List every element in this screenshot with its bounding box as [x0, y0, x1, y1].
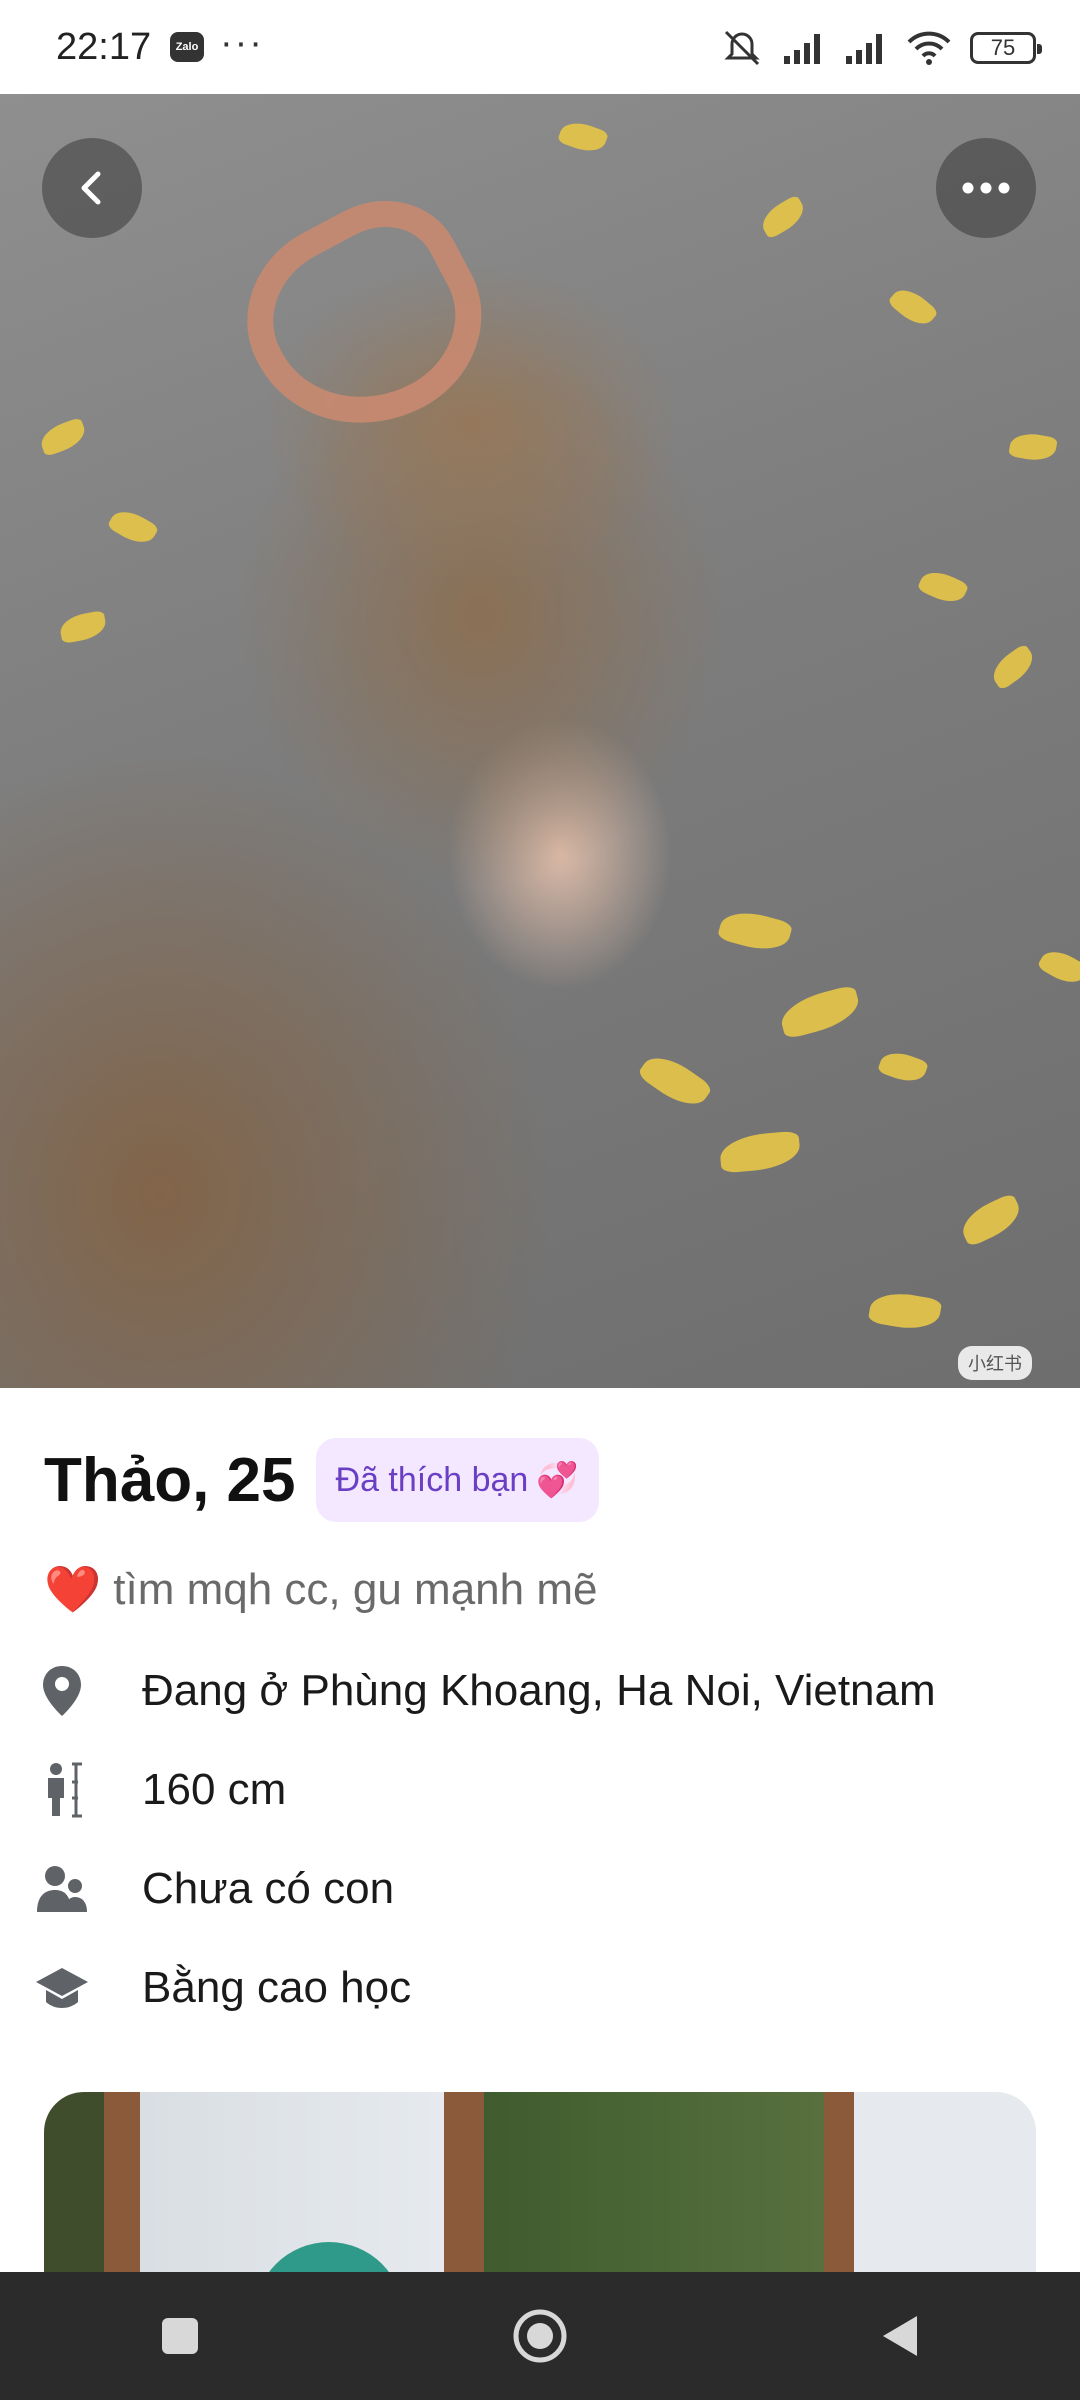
more-options-button[interactable] [936, 138, 1036, 238]
detail-education: Bằng cao học [34, 1960, 411, 2016]
location-pin-icon [34, 1663, 90, 1719]
status-time: 22:17 [56, 26, 152, 68]
detail-location: Đang ở Phùng Khoang, Ha Noi, Vietnam [34, 1663, 936, 1719]
liked-you-label: Đã thích bạn [335, 1460, 529, 1499]
square-icon [162, 2318, 198, 2354]
heart-icon: ❤️ [44, 1563, 102, 1615]
bio-row: ❤️ tìm mqh cc, gu mạnh mẽ [44, 1562, 597, 1617]
triangle-back-icon [883, 2316, 917, 2356]
bio-text: tìm mqh cc, gu mạnh mẽ [113, 1564, 598, 1614]
graduation-cap-icon [34, 1960, 90, 2016]
back-nav-button[interactable] [840, 2286, 960, 2386]
more-notifications-icon: ··· [220, 22, 264, 64]
height-icon [34, 1762, 90, 1818]
back-button[interactable] [42, 138, 142, 238]
height-text: 160 cm [142, 1765, 287, 1814]
signal-icon [846, 34, 882, 64]
mute-icon [724, 30, 760, 66]
recent-apps-button[interactable] [120, 2286, 240, 2386]
chevron-left-icon [81, 171, 101, 205]
home-button[interactable] [480, 2286, 600, 2386]
battery-icon: 75 [970, 32, 1042, 64]
detail-children: Chưa có con [34, 1861, 394, 1917]
status-bar: 22:17 Zalo ··· 75 [0, 0, 1080, 94]
children-icon [34, 1861, 90, 1917]
signal-icon [784, 34, 820, 64]
more-horizontal-icon [962, 182, 1010, 194]
profile-name-age: Thảo, 25 [44, 1445, 296, 1515]
profile-photo[interactable]: 小红书 [0, 94, 1080, 1388]
hearts-icon: 💞 [536, 1461, 579, 1499]
education-text: Bằng cao học [142, 1963, 412, 2012]
system-nav-bar [0, 2272, 1080, 2400]
photo-watermark: 小红书 [958, 1346, 1032, 1380]
liked-you-badge: Đã thích bạn 💞 [315, 1438, 599, 1522]
status-icons: 75 [720, 28, 1042, 68]
zalo-app-icon: Zalo [170, 32, 204, 62]
name-row: Thảo, 25 Đã thích bạn 💞 [44, 1438, 599, 1522]
children-text: Chưa có con [142, 1864, 395, 1913]
location-text: Đang ở Phùng Khoang, Ha Noi, Vietnam [142, 1666, 936, 1715]
battery-level: 75 [990, 35, 1016, 60]
detail-height: 160 cm [34, 1762, 286, 1818]
wifi-icon [907, 31, 951, 65]
circle-home-icon [513, 2309, 567, 2363]
